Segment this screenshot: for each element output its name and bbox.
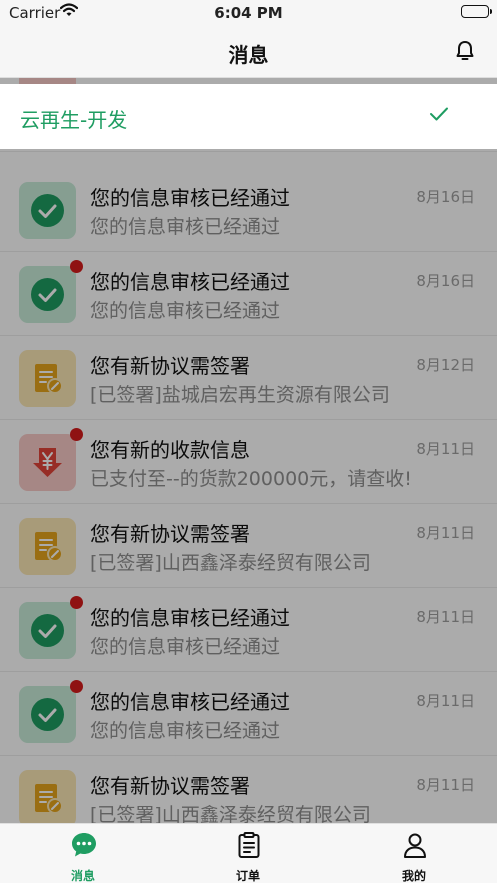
status-bar: Carrier 6:04 PM [0, 0, 497, 26]
clipboard-icon [238, 832, 260, 858]
tab-label: 订单 [235, 869, 260, 883]
page-title: 消息 [228, 43, 269, 67]
bell-icon[interactable] [453, 39, 477, 63]
dim-overlay[interactable] [0, 78, 497, 823]
user-icon [404, 833, 426, 858]
tab-label: 我的 [401, 869, 426, 883]
checkmark-icon [429, 106, 449, 126]
dropdown-option-label: 云再生-开发 [20, 108, 128, 132]
tab-messages[interactable]: 消息 [38, 824, 128, 883]
tab-label: 消息 [70, 869, 95, 883]
tab-bar: 消息 订单 我的 [0, 823, 497, 883]
tab-orders[interactable]: 订单 [203, 824, 293, 883]
dropdown-option[interactable]: 云再生-开发 [0, 84, 497, 149]
chat-bubble-icon [72, 833, 96, 857]
battery-icon [461, 5, 492, 18]
tab-profile[interactable]: 我的 [369, 824, 459, 883]
clock-time: 6:04 PM [214, 4, 283, 22]
navigation-bar: 消息 [0, 26, 497, 78]
